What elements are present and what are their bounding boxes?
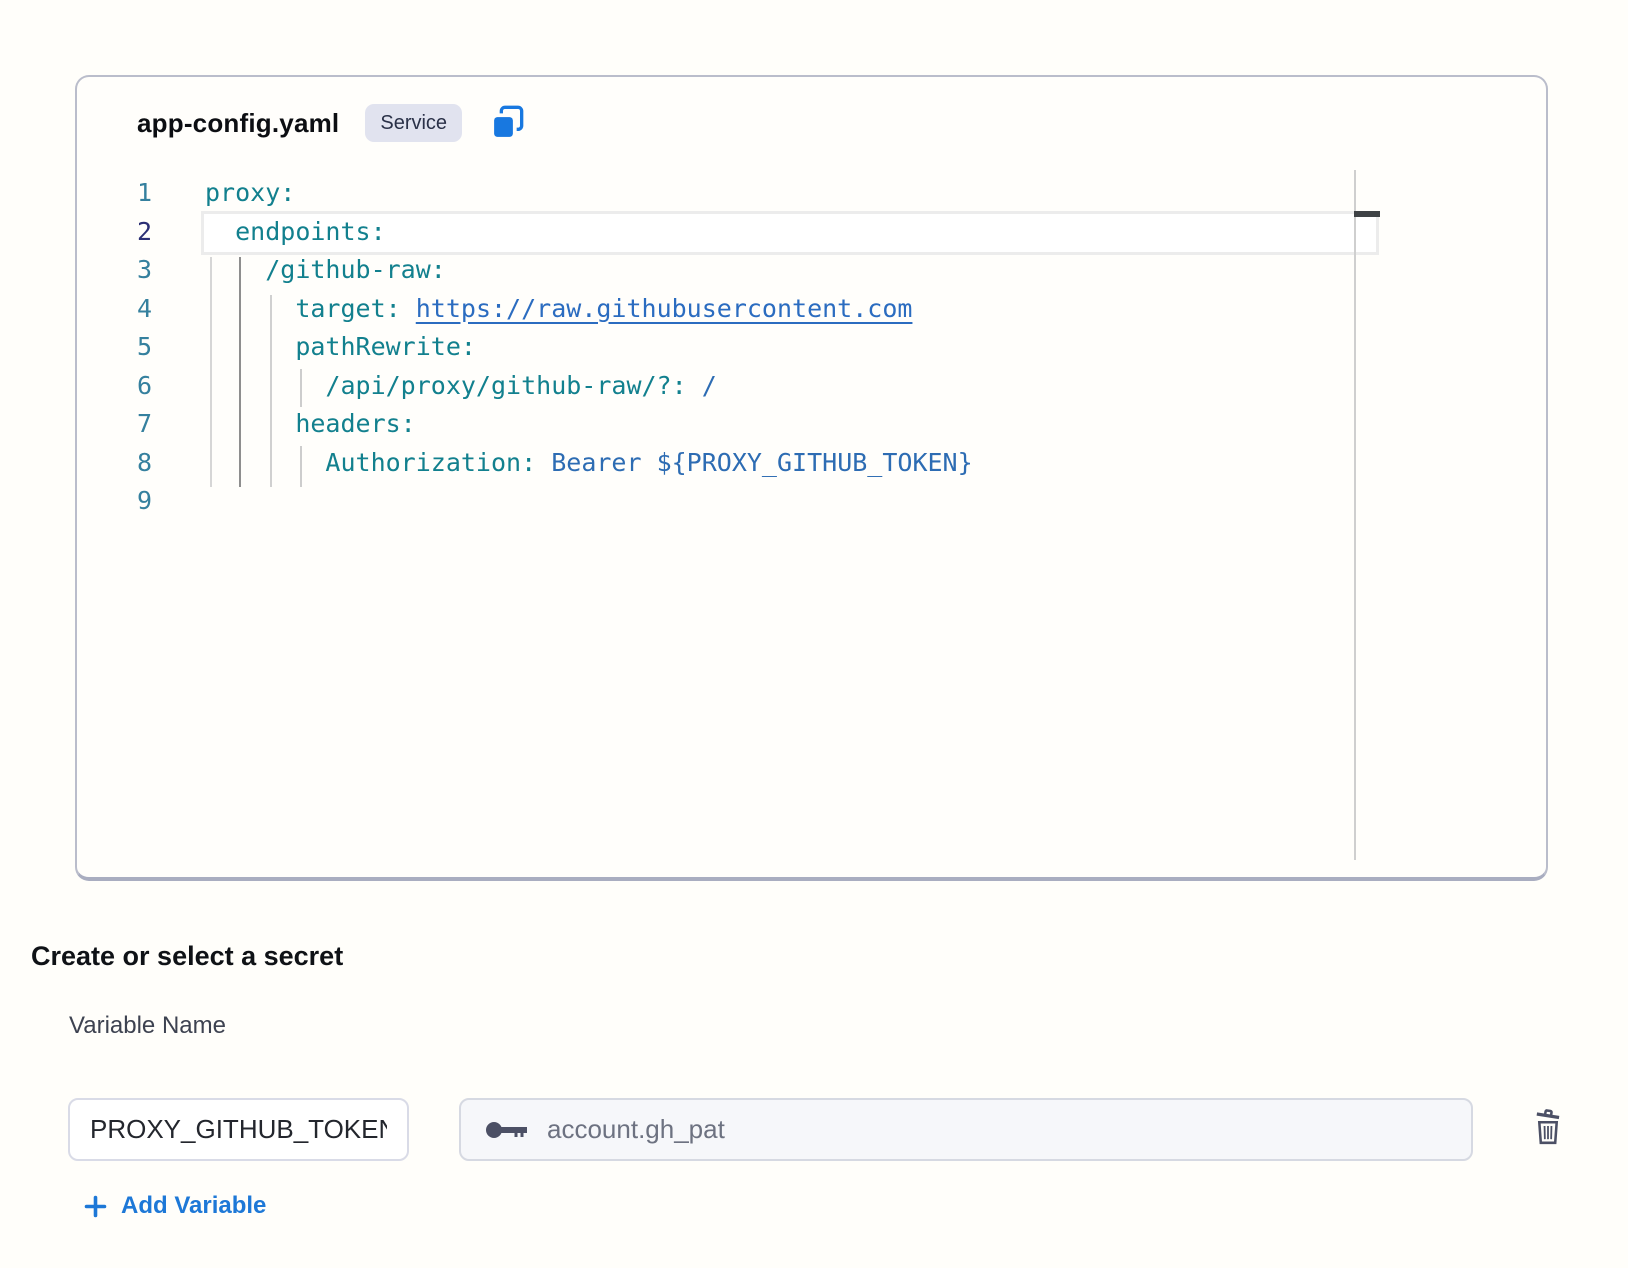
- code-line[interactable]: endpoints:: [205, 213, 1506, 252]
- code-line[interactable]: /github-raw:: [205, 251, 1506, 290]
- line-number: 3: [77, 251, 152, 290]
- code-line[interactable]: /api/proxy/github-raw/?: /: [205, 367, 1506, 406]
- plus-icon: [82, 1193, 109, 1220]
- line-number: 6: [77, 367, 152, 406]
- line-number: 9: [77, 482, 152, 521]
- code-line[interactable]: headers:: [205, 405, 1506, 444]
- code-preview-card: app-config.yaml Service 123456789 proxy:…: [75, 75, 1548, 881]
- trash-icon: [1530, 1106, 1566, 1146]
- line-number: 5: [77, 328, 152, 367]
- key-icon: [485, 1118, 529, 1142]
- code-line[interactable]: Authorization: Bearer ${PROXY_GITHUB_TOK…: [205, 444, 1506, 483]
- code-line[interactable]: pathRewrite:: [205, 328, 1506, 367]
- code-line[interactable]: [205, 482, 1506, 521]
- yaml-editor[interactable]: 123456789 proxy: endpoints: /github-raw:…: [77, 77, 1546, 877]
- code-content[interactable]: proxy: endpoints: /github-raw: target: h…: [205, 174, 1506, 521]
- delete-variable-button[interactable]: [1528, 1104, 1568, 1148]
- secret-select[interactable]: account.gh_pat: [459, 1098, 1473, 1161]
- secret-select-value: account.gh_pat: [547, 1114, 725, 1145]
- scrollbar-mark: [1354, 211, 1380, 217]
- code-line[interactable]: proxy:: [205, 174, 1506, 213]
- variable-name-label: Variable Name: [69, 1012, 226, 1040]
- line-number: 2: [77, 213, 152, 252]
- add-variable-button[interactable]: Add Variable: [82, 1192, 266, 1220]
- line-number-gutter: 123456789: [77, 174, 152, 521]
- code-line[interactable]: target: https://raw.githubusercontent.co…: [205, 290, 1506, 329]
- line-number: 4: [77, 290, 152, 329]
- add-variable-label: Add Variable: [121, 1192, 266, 1220]
- variable-name-input[interactable]: [68, 1098, 409, 1161]
- line-number: 8: [77, 444, 152, 483]
- line-number: 7: [77, 405, 152, 444]
- secret-section-heading: Create or select a secret: [31, 941, 343, 972]
- line-number: 1: [77, 174, 152, 213]
- code-link[interactable]: https://raw.githubusercontent.com: [416, 294, 913, 323]
